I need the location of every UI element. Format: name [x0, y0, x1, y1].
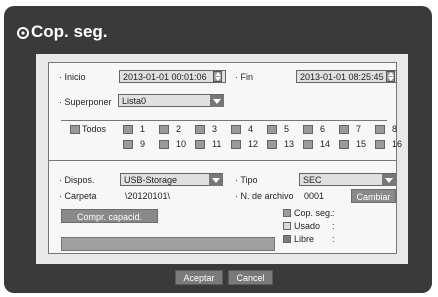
channel-16-label: 16: [392, 139, 403, 149]
channel-9-label: 9: [140, 139, 146, 149]
backup-dialog: Cop. seg. Inicio 2013-01-01 00:01:06 Fin…: [4, 6, 432, 293]
channel-12-checkbox[interactable]: [231, 140, 241, 149]
filename-value: 0001: [304, 191, 325, 201]
legend-free-swatch: [283, 235, 291, 243]
channel-10-label: 10: [176, 139, 187, 149]
content-panel: Inicio 2013-01-01 00:01:06 Fin 2013-01-0…: [36, 54, 408, 264]
channel-6-checkbox[interactable]: [303, 125, 313, 134]
channel-9-checkbox[interactable]: [123, 140, 133, 149]
device-dropdown-icon[interactable]: [209, 174, 223, 186]
channel-10-checkbox[interactable]: [159, 140, 169, 149]
channel-8-label: 8: [392, 124, 398, 134]
change-button[interactable]: Cambiar: [351, 189, 396, 203]
channel-11-checkbox[interactable]: [195, 140, 205, 149]
legend-used-swatch: [283, 222, 291, 230]
start-time-spinner[interactable]: [213, 71, 222, 82]
channel-2-label: 2: [176, 124, 182, 134]
legend-backup-label: Cop. seg.: [294, 208, 333, 218]
type-dropdown-icon[interactable]: [382, 174, 396, 186]
folder-value: \20120101\: [125, 191, 171, 201]
start-label: Inicio: [59, 72, 86, 82]
checkbox-all[interactable]: [70, 125, 80, 134]
channel-7-label: 7: [356, 124, 362, 134]
channel-1-checkbox[interactable]: [123, 125, 133, 134]
channel-6-label: 6: [320, 124, 326, 134]
legend-free-label: Libre: [294, 234, 315, 244]
channel-5-checkbox[interactable]: [267, 125, 277, 134]
divider: [61, 120, 387, 121]
folder-label: Carpeta: [59, 191, 97, 201]
channel-4-checkbox[interactable]: [231, 125, 241, 134]
channel-13-label: 13: [284, 139, 295, 149]
accept-button[interactable]: Aceptar: [175, 270, 223, 285]
cancel-button[interactable]: Cancel: [228, 270, 273, 285]
checkbox-all-label: Todos: [82, 124, 107, 134]
channel-1-label: 1: [140, 124, 146, 134]
channel-3-label: 3: [212, 124, 218, 134]
legend-free-value: :: [332, 234, 335, 244]
check-capacity-button[interactable]: Compr. capacid.: [61, 209, 158, 223]
channel-11-label: 11: [212, 139, 222, 149]
channel-5-label: 5: [284, 124, 290, 134]
channel-12-label: 12: [248, 139, 259, 149]
end-time-field[interactable]: 2013-01-01 08:25:45: [296, 70, 397, 83]
channel-3-checkbox[interactable]: [195, 125, 205, 134]
overlap-label: Superponer: [59, 97, 112, 107]
channel-8-checkbox[interactable]: [375, 125, 385, 134]
device-select[interactable]: USB-Storage: [120, 173, 223, 186]
channel-7-checkbox[interactable]: [339, 125, 349, 134]
legend-used-label: Usado: [294, 221, 321, 231]
filename-label: N. de archivo: [235, 191, 294, 201]
channel-14-checkbox[interactable]: [303, 140, 313, 149]
backup-icon: [17, 27, 29, 39]
start-time-field[interactable]: 2013-01-01 00:01:06: [119, 70, 226, 83]
type-label: Tipo: [235, 175, 257, 185]
end-time-spinner[interactable]: [386, 71, 395, 82]
time-channel-section: Inicio 2013-01-01 00:01:06 Fin 2013-01-0…: [48, 62, 402, 161]
overlap-dropdown-icon[interactable]: [210, 95, 224, 107]
legend-used-value: :: [332, 221, 335, 231]
legend-backup-value: :: [332, 208, 335, 218]
channel-15-checkbox[interactable]: [339, 140, 349, 149]
dialog-title: Cop. seg.: [31, 22, 108, 41]
overlap-select[interactable]: Lista0: [118, 94, 224, 107]
channel-16-checkbox[interactable]: [375, 140, 385, 149]
device-section: Dispos. USB-Storage Tipo SEC Carpeta \20…: [48, 160, 397, 254]
legend-backup-swatch: [283, 209, 291, 217]
capacity-bar: [61, 237, 275, 251]
channel-2-checkbox[interactable]: [159, 125, 169, 134]
channel-15-label: 15: [356, 139, 367, 149]
device-label: Dispos.: [59, 175, 95, 185]
channel-4-label: 4: [248, 124, 254, 134]
channel-14-label: 14: [320, 139, 331, 149]
channel-13-checkbox[interactable]: [267, 140, 277, 149]
end-label: Fin: [235, 72, 254, 82]
